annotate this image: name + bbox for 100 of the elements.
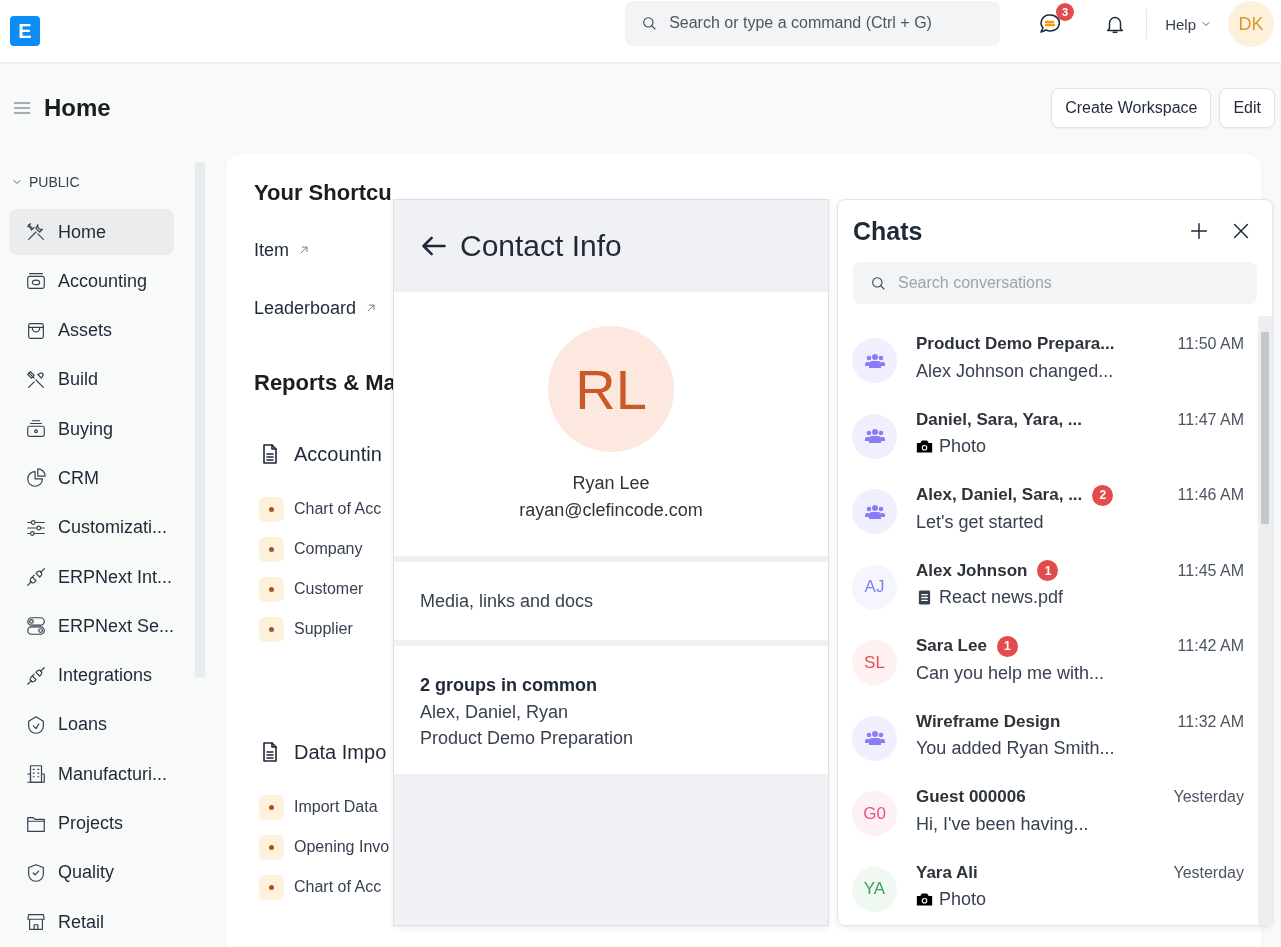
message-preview: React news.pdf <box>939 587 1064 608</box>
chat-time: 11:50 AM <box>1177 335 1244 353</box>
section-heading: Your Shortcu <box>254 180 392 206</box>
chat-time: 11:46 AM <box>1177 486 1244 504</box>
card-title: Data Impo <box>294 740 387 764</box>
report-link[interactable]: Chart of Acc <box>294 878 382 896</box>
pie-chart-icon <box>25 467 47 490</box>
chat-name: Wireframe Design <box>916 711 1061 732</box>
sidebar-item[interactable]: Manufacturi... <box>9 751 174 798</box>
search-input[interactable]: Search conversations <box>896 273 1220 293</box>
header-button[interactable]: Create Workspace <box>1051 88 1212 128</box>
header-button[interactable]: Edit <box>1219 88 1275 128</box>
search-field[interactable]: Search or type a command (Ctrl + G) <box>625 0 1001 46</box>
chat-time: 11:32 AM <box>1177 712 1244 731</box>
report-link[interactable]: Chart of Acc <box>294 500 382 518</box>
message-preview: Photo <box>939 436 987 457</box>
shortcut-link[interactable]: Leaderboard <box>254 297 357 319</box>
camera-icon <box>916 892 933 907</box>
chat-item[interactable]: Alex, Daniel, Sara, ... 2 11:46 AM Let's get started <box>838 481 1258 557</box>
report-link[interactable]: Import Data <box>294 798 378 816</box>
report-link[interactable]: Supplier <box>294 620 353 638</box>
help-dropdown[interactable]: Help <box>1165 15 1212 33</box>
sidebar-item[interactable]: Accounting <box>9 258 174 305</box>
contact-avatar: RL <box>548 326 674 452</box>
plus-icon[interactable] <box>1188 220 1210 242</box>
search-field[interactable]: Search conversations <box>853 262 1257 304</box>
chat-item[interactable]: Wireframe Design 11:32 AM You added Ryan Smith... <box>838 707 1258 783</box>
chat-name: Alex Johnson <box>916 560 1028 581</box>
unread-badge: 2 <box>1092 484 1114 506</box>
unread-badge: 1 <box>1037 560 1059 581</box>
chat-item[interactable]: G0 Guest 000006 Yesterday Hi, I've been having... <box>838 783 1258 859</box>
report-link[interactable]: Customer <box>294 580 364 598</box>
user-avatar: G0 <box>852 791 897 836</box>
chat-name: Daniel, Sara, Yara, ... <box>916 409 1082 430</box>
card-title: Accountin <box>294 442 382 466</box>
shield-icon <box>25 861 47 884</box>
report-link[interactable]: Opening Invo <box>294 838 390 856</box>
sidebar-item[interactable]: Buying <box>9 406 174 453</box>
group-avatar <box>852 338 897 383</box>
sidebar-item[interactable]: CRM <box>9 455 174 502</box>
report-link[interactable]: Company <box>294 540 363 558</box>
message-preview: Hi, I've been having... <box>916 813 1089 835</box>
media-link[interactable]: Media, links and docs <box>420 590 594 612</box>
group-name[interactable]: Alex, Daniel, Ryan <box>420 698 828 725</box>
chat-item[interactable]: Daniel, Sara, Yara, ... 11:47 AM Photo <box>838 405 1258 481</box>
chat-item[interactable]: SL Sara Lee 1 11:42 AM Can you help me with... <box>838 632 1258 708</box>
chat-name: Guest 000006 <box>916 787 1026 807</box>
message-preview: Let's get started <box>916 511 1044 533</box>
chat-name: Product Demo Prepara... <box>916 334 1115 354</box>
sidebar-item[interactable]: Retail <box>9 899 174 946</box>
search-icon <box>870 275 886 291</box>
toggle-icon <box>25 615 47 638</box>
chat-time: Yesterday <box>1173 863 1244 882</box>
contact-name: Ryan Lee <box>572 472 650 495</box>
sidebar-item[interactable]: ERPNext Se... <box>9 603 174 650</box>
unread-badge: 1 <box>996 635 1018 657</box>
chat-name: Alex, Daniel, Sara, ... <box>916 485 1083 505</box>
sidebar-item[interactable]: Loans <box>9 701 174 748</box>
page-title: Home <box>44 94 111 122</box>
message-preview: You added Ryan Smith... <box>916 738 1115 759</box>
building-icon <box>25 763 47 786</box>
tools-icon <box>25 221 47 243</box>
camera-icon <box>916 439 933 454</box>
plug-icon <box>25 664 47 687</box>
chat-time: 11:45 AM <box>1177 561 1244 580</box>
scrollbar[interactable] <box>1258 316 1272 925</box>
chat-time: Yesterday <box>1173 788 1244 806</box>
group-name[interactable]: Product Demo Preparation <box>420 725 828 752</box>
user-avatar: AJ <box>852 564 897 610</box>
chat-item[interactable]: AJ Alex Johnson 1 11:45 AM React news.pdf <box>838 556 1258 632</box>
sidebar-item[interactable]: Quality <box>9 849 174 896</box>
notification-badge: 3 <box>1056 3 1075 21</box>
contact-email: rayan@clefincode.com <box>519 499 703 522</box>
group-avatar <box>852 413 897 459</box>
chat-name: Yara Ali <box>916 862 978 883</box>
search-input[interactable]: Search or type a command (Ctrl + G) <box>667 13 985 33</box>
chat-name: Sara Lee <box>916 636 987 656</box>
message-preview: Can you help me with... <box>916 662 1105 684</box>
chat-time: 11:47 AM <box>1177 410 1244 429</box>
sidebar-item[interactable]: Build <box>9 356 174 403</box>
sidebar-item[interactable]: Projects <box>9 800 174 847</box>
chat-item[interactable]: YA Yara Ali Yesterday Photo <box>838 858 1258 934</box>
hammer-icon <box>25 368 47 391</box>
message-preview: Alex Johnson changed... <box>916 360 1114 382</box>
chat-icon[interactable] <box>1038 12 1063 36</box>
message-preview: Photo <box>939 889 987 910</box>
sidebar-item[interactable]: Integrations <box>9 652 174 699</box>
group-avatar <box>852 489 897 534</box>
sidebar-item[interactable]: Assets <box>9 307 174 354</box>
user-avatar: YA <box>852 866 897 912</box>
shortcut-link[interactable]: Item <box>254 239 289 261</box>
sidebar-item[interactable]: Customizati... <box>9 504 174 551</box>
search-icon <box>641 15 658 31</box>
sidebar-item[interactable]: ERPNext Int... <box>9 554 174 601</box>
chat-time: 11:42 AM <box>1177 637 1244 655</box>
plug-icon <box>25 566 47 589</box>
panel-title: Contact Info <box>460 229 622 263</box>
chat-item[interactable]: Product Demo Prepara... 11:50 AM Alex Johnson changed... <box>838 330 1258 406</box>
sidebar-item[interactable]: Home <box>9 209 174 255</box>
panel-title: Chats <box>853 216 924 246</box>
